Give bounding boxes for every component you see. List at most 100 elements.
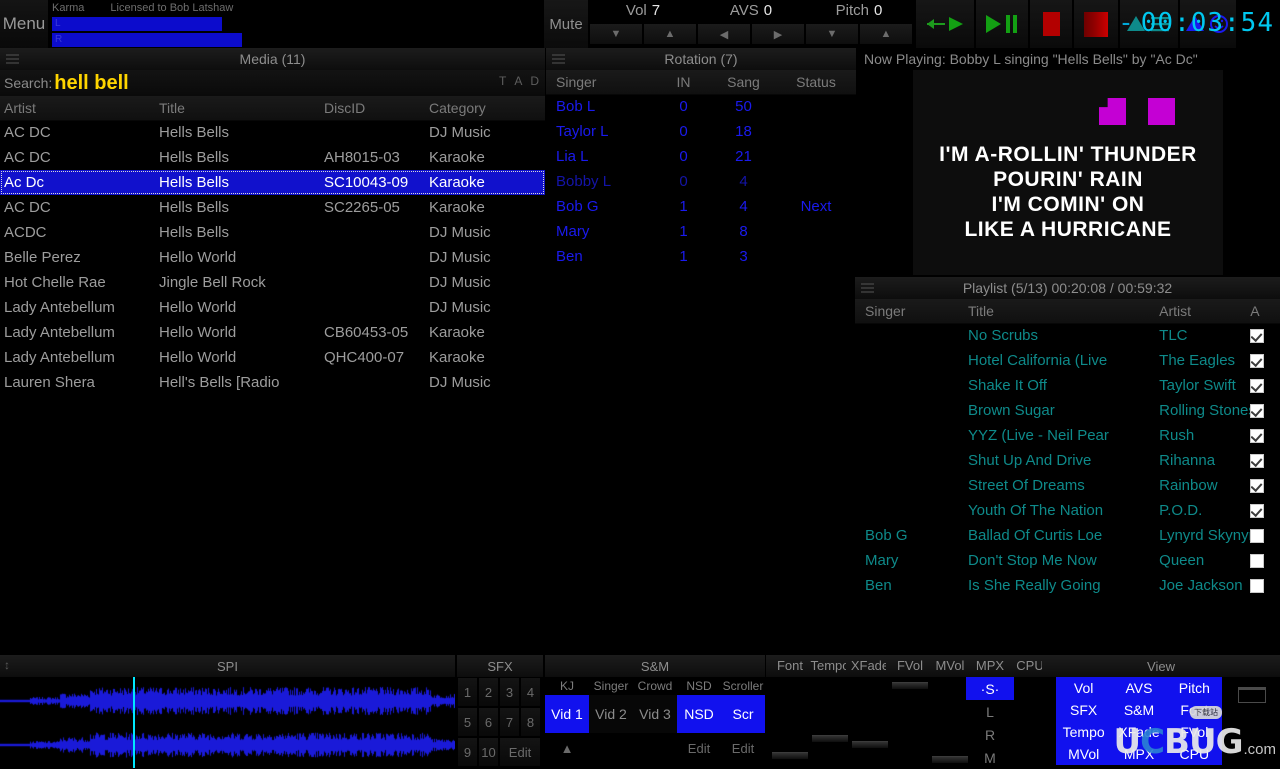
table-row[interactable]: Lady Antebellum Hello World CB60453-05 Kara… xyxy=(0,320,545,345)
table-row[interactable]: Bob G Ballad Of Curtis Loe Lynyrd Skynyrd xyxy=(855,523,1280,548)
playlist-col-artist[interactable]: Artist xyxy=(1159,303,1250,319)
table-row[interactable]: AC DC Hells Bells DJ Music xyxy=(0,120,545,145)
sm-button-vid-2[interactable]: Vid 2 xyxy=(589,695,633,733)
rotation-col-sang[interactable]: Sang xyxy=(711,74,776,90)
table-row[interactable]: YYZ (Live - Neil Pear Rush xyxy=(855,423,1280,448)
vol-down-button[interactable]: ▼ xyxy=(590,24,642,44)
table-row[interactable]: Shake It Off Taylor Swift xyxy=(855,373,1280,398)
table-row[interactable]: Belle Perez Hello World DJ Music xyxy=(0,245,545,270)
playlist-cell-checkbox[interactable] xyxy=(1250,553,1280,568)
restart-play-button[interactable] xyxy=(916,0,974,48)
sort-discid-button[interactable]: D xyxy=(530,74,539,88)
view-button-mvol[interactable]: MVol xyxy=(1056,743,1111,765)
checkbox-icon[interactable] xyxy=(1250,478,1265,493)
slider-handle[interactable] xyxy=(772,751,808,759)
table-row[interactable]: ACDC Hells Bells DJ Music xyxy=(0,220,545,245)
playlist-cell-checkbox[interactable] xyxy=(1250,328,1280,343)
sfx-button-7[interactable]: 7 xyxy=(499,707,520,737)
rotation-col-status[interactable]: Status xyxy=(776,74,856,90)
avs-down-button[interactable]: ◀ xyxy=(698,24,750,44)
resize-handle-icon[interactable]: ↕ xyxy=(4,659,10,671)
mute-button[interactable]: Mute xyxy=(544,0,588,48)
playlist-cell-checkbox[interactable] xyxy=(1250,378,1280,393)
playlist-cell-checkbox[interactable] xyxy=(1250,353,1280,368)
pitch-down-button[interactable]: ▼ xyxy=(806,24,858,44)
table-row[interactable]: Mary 1 8 xyxy=(546,219,856,244)
playlist-menu-icon[interactable] xyxy=(861,283,874,293)
checkbox-icon[interactable] xyxy=(1250,578,1265,593)
table-row[interactable]: Lia L 0 21 xyxy=(546,144,856,169)
play-pause-button[interactable] xyxy=(976,0,1028,48)
menu-button[interactable]: Menu xyxy=(0,0,48,48)
sfx-button-8[interactable]: 8 xyxy=(520,707,541,737)
view-button-sfx[interactable]: SFX xyxy=(1056,699,1111,721)
table-row[interactable]: Bobby L 0 4 xyxy=(546,169,856,194)
media-col-discid[interactable]: DiscID xyxy=(324,100,429,116)
stop-button[interactable] xyxy=(1030,0,1072,48)
playlist-cell-checkbox[interactable] xyxy=(1250,428,1280,443)
table-row[interactable]: Brown Sugar Rolling Stones xyxy=(855,398,1280,423)
sfx-button-2[interactable]: 2 xyxy=(478,677,499,707)
view-button-avs[interactable]: AVS xyxy=(1111,677,1166,699)
table-row[interactable]: Bob G 1 4 Next xyxy=(546,194,856,219)
waveform-playhead[interactable] xyxy=(133,677,135,768)
rotation-col-singer[interactable]: Singer xyxy=(546,74,656,90)
waveform-display[interactable] xyxy=(0,677,455,768)
slider-handle[interactable] xyxy=(852,740,888,748)
playlist-cell-checkbox[interactable] xyxy=(1250,453,1280,468)
table-row[interactable]: Bob L 0 50 xyxy=(546,94,856,119)
media-col-artist[interactable]: Artist xyxy=(0,100,159,116)
table-row[interactable]: AC DC Hells Bells AH8015-03 Karaoke xyxy=(0,145,545,170)
view-button-tempo[interactable]: Tempo xyxy=(1056,721,1111,743)
checkbox-icon[interactable] xyxy=(1250,428,1265,443)
vol-up-button[interactable]: ▲ xyxy=(644,24,696,44)
slider-handle[interactable] xyxy=(892,682,928,690)
playlist-cell-checkbox[interactable] xyxy=(1250,403,1280,418)
table-row[interactable]: Shut Up And Drive Rihanna xyxy=(855,448,1280,473)
sm-button-vid-3[interactable]: Vid 3 xyxy=(633,695,677,733)
sfx-button-10[interactable]: 10 xyxy=(478,737,499,767)
table-row[interactable]: Hotel California (Live The Eagles xyxy=(855,348,1280,373)
checkbox-icon[interactable] xyxy=(1250,528,1265,543)
sfx-button-edit[interactable]: Edit xyxy=(499,737,541,767)
playlist-cell-checkbox[interactable] xyxy=(1250,578,1280,593)
sfx-button-9[interactable]: 9 xyxy=(457,737,478,767)
playlist-cell-checkbox[interactable] xyxy=(1250,478,1280,493)
slider-handle[interactable] xyxy=(932,756,968,764)
media-search-bar[interactable]: Search: hell bell T A D xyxy=(0,70,545,96)
search-input[interactable]: hell bell xyxy=(54,72,128,95)
sfx-button-6[interactable]: 6 xyxy=(478,707,499,737)
playlist-col-title[interactable]: Title xyxy=(968,303,1159,319)
sfx-button-4[interactable]: 4 xyxy=(520,677,541,707)
sm-button-vid-1[interactable]: Vid 1 xyxy=(545,695,589,733)
table-row[interactable]: Ben 1 3 xyxy=(546,244,856,269)
checkbox-icon[interactable] xyxy=(1250,503,1265,518)
checkbox-icon[interactable] xyxy=(1250,453,1265,468)
sm-sub-button[interactable]: ▲ xyxy=(545,733,589,763)
table-row[interactable]: Street Of Dreams Rainbow xyxy=(855,473,1280,498)
avs-up-button[interactable]: ▶ xyxy=(752,24,804,44)
sort-artist-button[interactable]: A xyxy=(514,74,522,88)
checkbox-icon[interactable] xyxy=(1250,403,1265,418)
sm-button-scr[interactable]: Scr xyxy=(721,695,765,733)
playlist-col-singer[interactable]: Singer xyxy=(855,303,968,319)
sfx-button-3[interactable]: 3 xyxy=(499,677,520,707)
pitch-up-button[interactable]: ▲ xyxy=(860,24,912,44)
table-row[interactable]: No Scrubs TLC xyxy=(855,323,1280,348)
sfx-button-1[interactable]: 1 xyxy=(457,677,478,707)
sm-sub-button[interactable]: Edit xyxy=(721,733,765,763)
rotation-col-in[interactable]: IN xyxy=(656,74,711,90)
media-col-title[interactable]: Title xyxy=(159,100,324,116)
checkbox-icon[interactable] xyxy=(1250,328,1265,343)
karaoke-video-preview[interactable]: I'M A-ROLLIN' THUNDER POURIN' RAIN I'M COM… xyxy=(913,70,1223,275)
slider-handle[interactable] xyxy=(812,735,848,743)
checkbox-icon[interactable] xyxy=(1250,353,1265,368)
table-row[interactable]: Ben Is She Really Going Joe Jackson xyxy=(855,573,1280,598)
view-button-pitch[interactable]: Pitch xyxy=(1167,677,1222,699)
view-button-sandm[interactable]: S&M xyxy=(1111,699,1166,721)
view-button-vol[interactable]: Vol xyxy=(1056,677,1111,699)
fade-stop-button[interactable] xyxy=(1074,0,1118,48)
sm-button-nsd[interactable]: NSD xyxy=(677,695,721,733)
media-col-category[interactable]: Category xyxy=(429,100,539,116)
sm-sub-button[interactable]: Edit xyxy=(677,733,721,763)
